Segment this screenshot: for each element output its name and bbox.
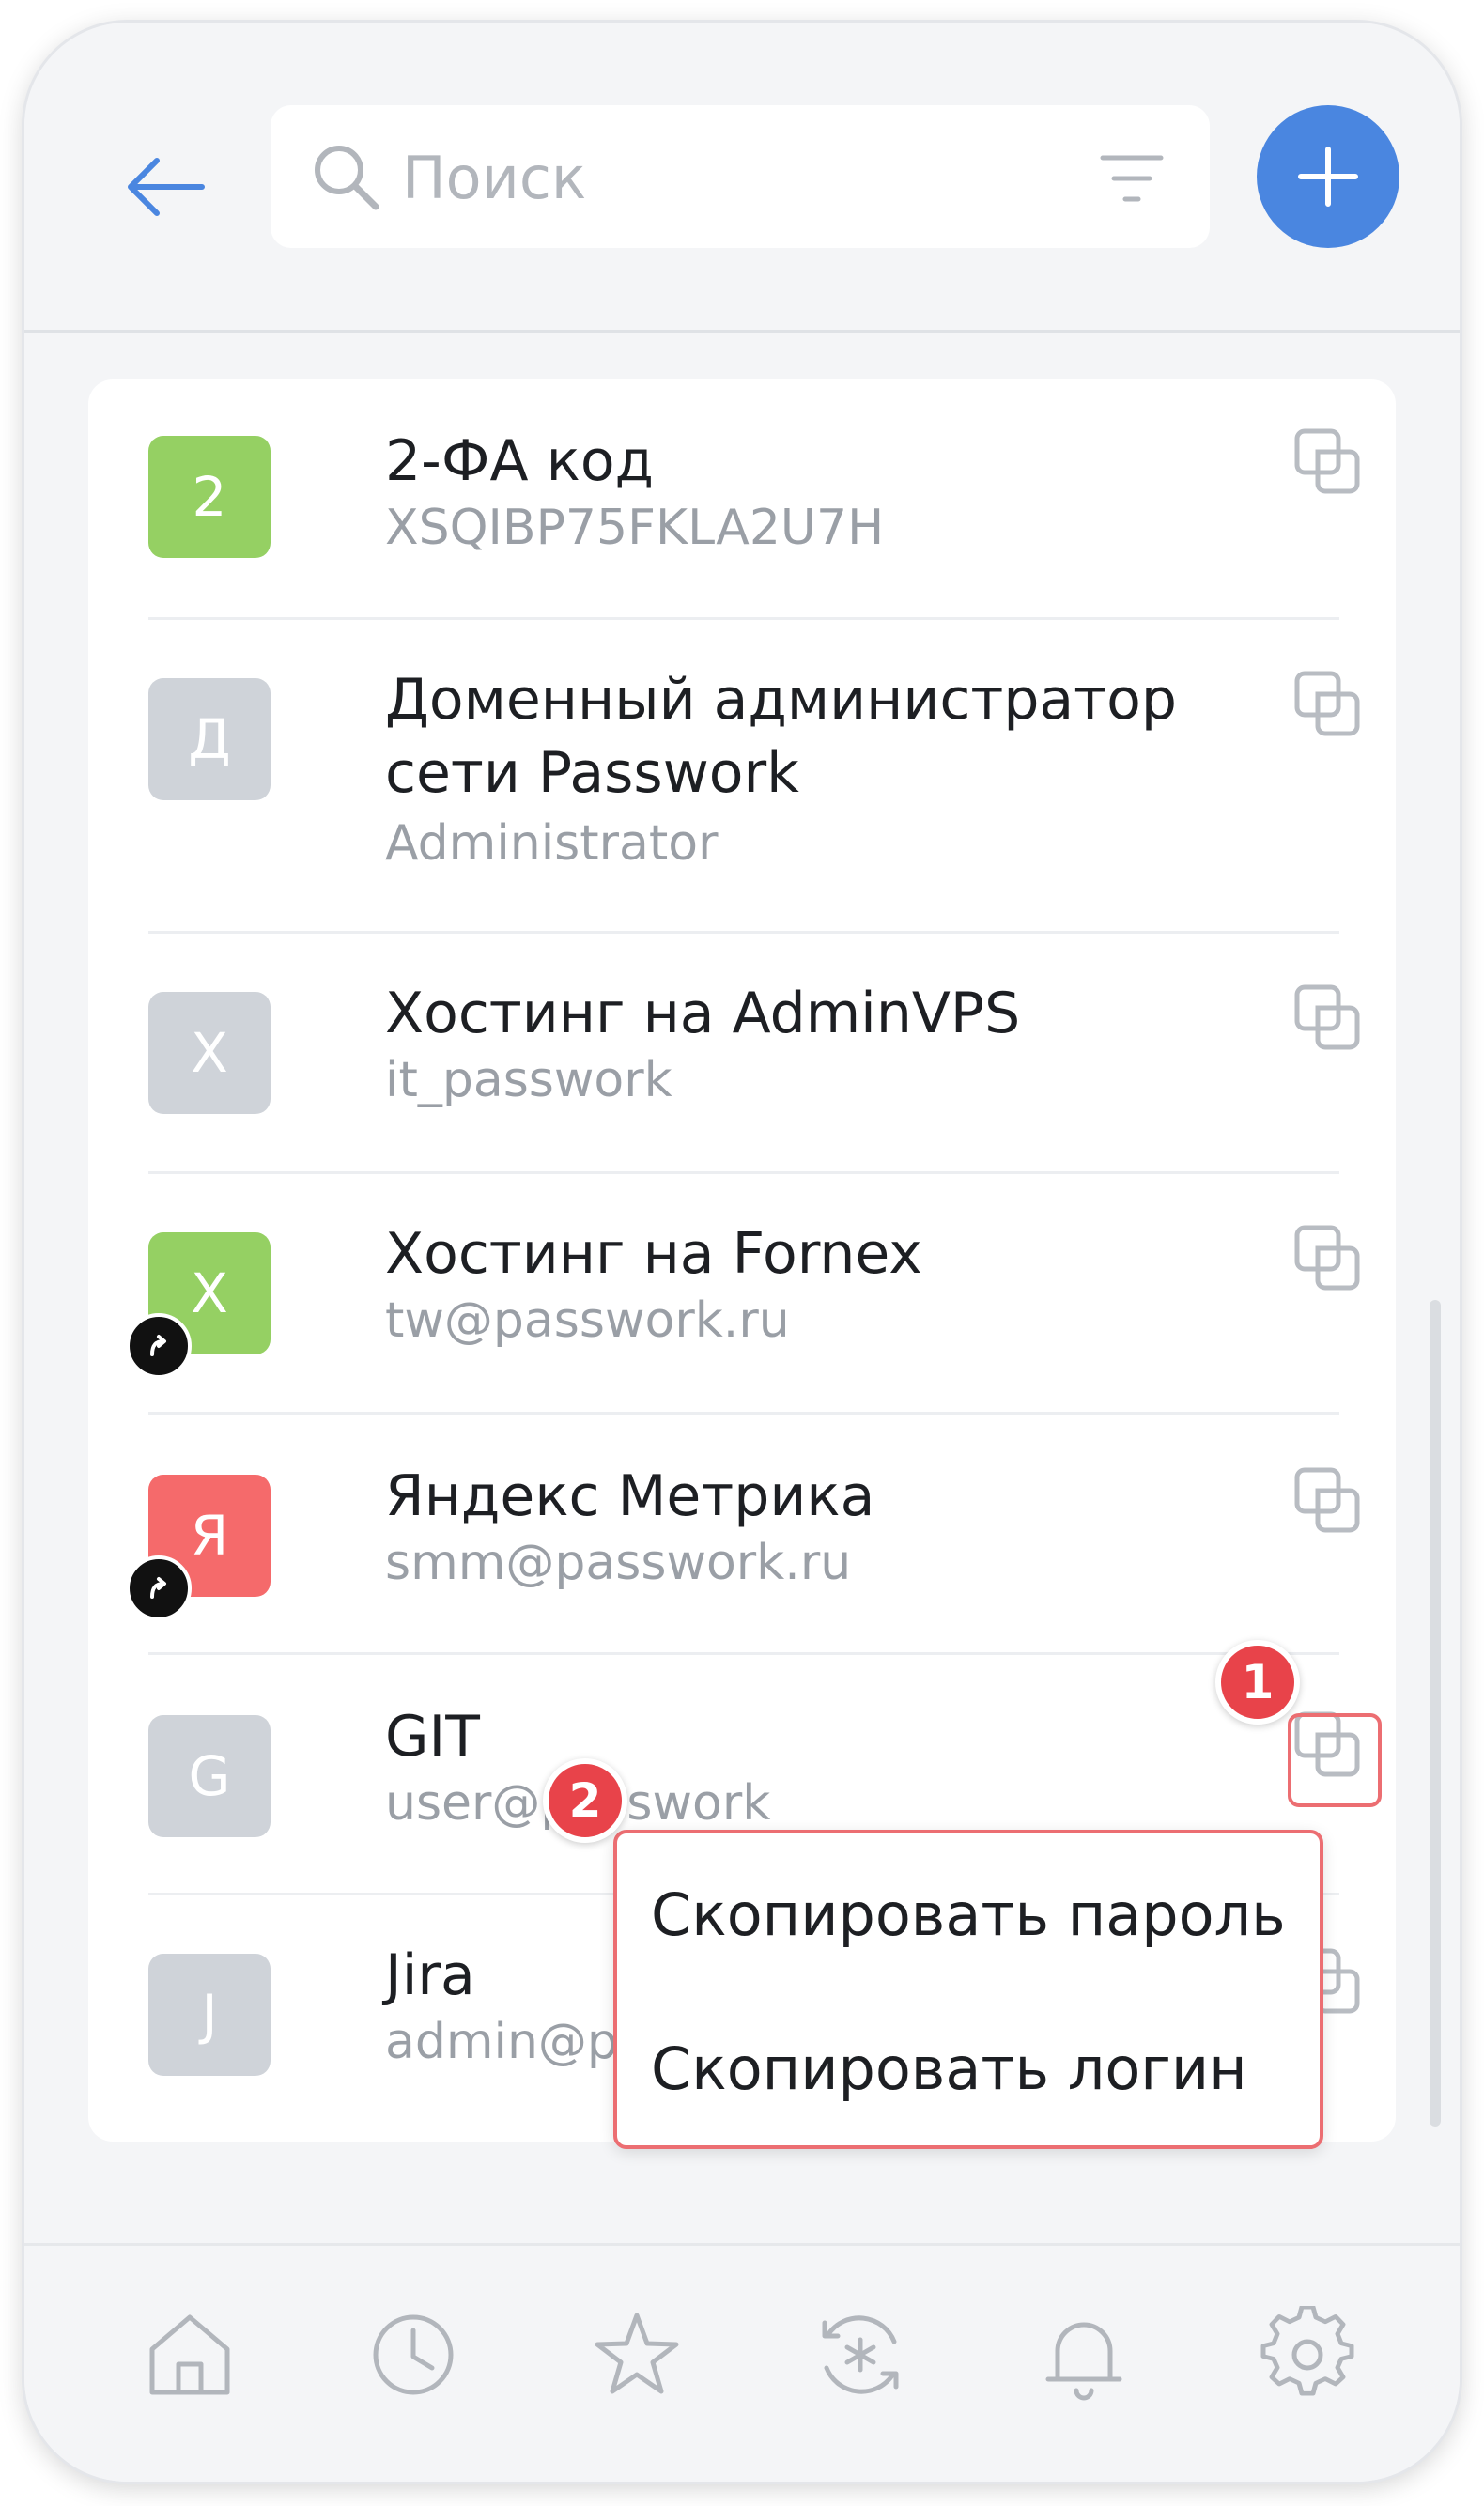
avatar: G xyxy=(148,1715,271,1837)
copy-icon[interactable] xyxy=(1292,669,1362,738)
copy-icon[interactable] xyxy=(1292,1223,1362,1292)
avatar: J xyxy=(148,1954,271,2076)
home-icon[interactable] xyxy=(141,2306,239,2404)
share-arrow-icon xyxy=(150,1577,166,1599)
shared-badge xyxy=(126,1555,192,1621)
bell-icon[interactable] xyxy=(1035,2306,1133,2404)
bottom-nav xyxy=(24,2243,1460,2482)
generator-icon[interactable] xyxy=(812,2306,909,2404)
gear-icon[interactable] xyxy=(1259,2306,1356,2404)
list-item[interactable]: 2 2-ФА код XSQIBP75FKLA2U7H xyxy=(88,379,1396,620)
avatar: Д xyxy=(148,678,271,800)
item-title: Яндекс Метрика xyxy=(385,1463,875,1529)
item-subtitle: it_passwork xyxy=(385,1052,672,1108)
star-icon[interactable] xyxy=(588,2306,686,2404)
copy-dropdown-menu: Скопировать пароль Скопировать логин xyxy=(613,1830,1323,2149)
app-window: 2 2-ФА код XSQIBP75FKLA2U7H Д Доменный а… xyxy=(24,23,1460,2482)
copy-icon[interactable] xyxy=(1292,426,1362,496)
arrow-left-icon xyxy=(128,158,205,216)
search-input[interactable] xyxy=(400,133,1024,222)
list-item[interactable]: Я Яндекс Метрика smm@passwork.ru xyxy=(88,1415,1396,1655)
item-subtitle: Administrator xyxy=(385,815,719,872)
scrollbar[interactable] xyxy=(1430,1300,1441,2127)
list-item[interactable]: Х Хостинг на Fornex tw@passwork.ru xyxy=(88,1174,1396,1415)
copy-highlight[interactable] xyxy=(1288,1713,1382,1807)
avatar: Х xyxy=(148,992,271,1114)
filter-icon[interactable] xyxy=(1099,150,1165,207)
list-item[interactable]: Д Доменный администратор сети Passwork A… xyxy=(88,620,1396,934)
header xyxy=(24,23,1460,333)
search-icon xyxy=(315,146,379,210)
shared-badge xyxy=(126,1313,192,1379)
step-badge-2: 2 xyxy=(543,1758,627,1843)
item-title: 2-ФА код xyxy=(385,428,655,494)
item-title: Хостинг на Fornex xyxy=(385,1221,922,1287)
step-badge-1: 1 xyxy=(1215,1640,1300,1725)
add-button[interactable] xyxy=(1257,105,1399,248)
item-title: Доменный администратор сети Passwork xyxy=(385,667,1177,806)
item-title: GIT xyxy=(385,1704,480,1770)
list-item[interactable]: Х Хостинг на AdminVPS it_passwork xyxy=(88,934,1396,1174)
copy-icon[interactable] xyxy=(1292,1465,1362,1535)
search-box[interactable] xyxy=(271,105,1210,248)
copy-login-menu-item[interactable]: Скопировать логин xyxy=(651,2034,1247,2103)
copy-icon[interactable] xyxy=(1292,982,1362,1052)
item-subtitle: user@passwork xyxy=(385,1773,1230,1833)
copy-password-menu-item[interactable]: Скопировать пароль xyxy=(651,1880,1286,1949)
avatar: 2 xyxy=(148,436,271,558)
back-button[interactable] xyxy=(114,135,217,239)
share-arrow-icon xyxy=(150,1335,166,1356)
item-title: Хостинг на AdminVPS xyxy=(385,981,1021,1046)
item-subtitle: tw@passwork.ru xyxy=(385,1292,790,1349)
item-subtitle: XSQIBP75FKLA2U7H xyxy=(385,500,885,556)
clock-icon[interactable] xyxy=(364,2306,462,2404)
item-subtitle: smm@passwork.ru xyxy=(385,1535,852,1591)
plus-icon xyxy=(1298,147,1358,207)
